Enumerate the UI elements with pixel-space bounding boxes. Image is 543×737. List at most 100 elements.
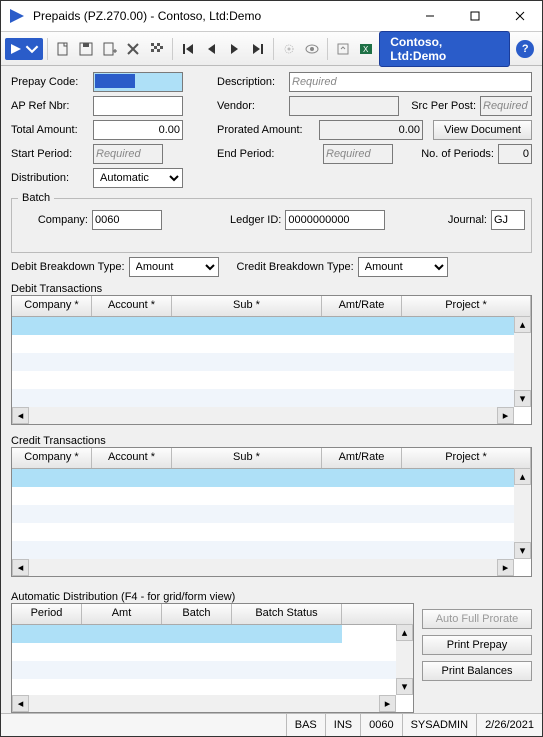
close-button[interactable] [497, 2, 542, 31]
col-header[interactable]: Amt [82, 604, 162, 624]
col-header[interactable]: Batch Status [232, 604, 342, 624]
credit-breakdown-select[interactable]: Amount [358, 257, 448, 277]
delete-button[interactable] [123, 38, 145, 60]
col-header[interactable]: Amt/Rate [322, 448, 402, 468]
distribution-select[interactable]: Automatic [93, 168, 183, 188]
v-scrollbar[interactable]: ▴▾ [514, 316, 531, 407]
toolbar: X Contoso, Ltd:Demo ? [1, 32, 542, 66]
status-date: 2/26/2021 [476, 714, 542, 736]
chevron-down-icon [25, 42, 39, 56]
journal-input[interactable] [491, 210, 525, 230]
view-button[interactable] [302, 38, 324, 60]
debit-grid[interactable]: Company * Account * Sub * Amt/Rate Proje… [11, 295, 532, 425]
target-icon [281, 41, 297, 57]
col-header[interactable]: Sub * [172, 296, 322, 316]
end-period-label: End Period: [217, 148, 285, 160]
batch-company-input[interactable] [92, 210, 162, 230]
col-header[interactable]: Batch [162, 604, 232, 624]
export-icon [335, 41, 351, 57]
print-balances-button[interactable]: Print Balances [422, 661, 532, 681]
app-menu-button[interactable] [5, 38, 43, 60]
distribution-label: Distribution: [11, 172, 89, 184]
last-icon [250, 41, 266, 57]
total-amount-input[interactable] [93, 120, 183, 140]
credit-grid-title: Credit Transactions [11, 435, 532, 447]
debit-breakdown-select[interactable]: Amount [129, 257, 219, 277]
titlebar: Prepaids (PZ.270.00) - Contoso, Ltd:Demo [1, 1, 542, 32]
export-button[interactable] [332, 38, 354, 60]
start-period-label: Start Period: [11, 148, 89, 160]
credit-grid[interactable]: Company * Account * Sub * Amt/Rate Proje… [11, 447, 532, 577]
v-scrollbar[interactable]: ▴▾ [514, 468, 531, 559]
save-template-icon [102, 41, 118, 57]
col-header[interactable]: Project * [402, 296, 531, 316]
h-scrollbar[interactable]: ◂▸ [12, 559, 514, 576]
delete-icon [125, 41, 141, 57]
src-per-post-label: Src Per Post: [411, 100, 476, 112]
new-button[interactable] [52, 38, 74, 60]
help-button[interactable]: ? [516, 40, 534, 58]
table-row[interactable] [12, 625, 342, 643]
target-button[interactable] [278, 38, 300, 60]
print-prepay-button[interactable]: Print Prepay [422, 635, 532, 655]
h-scrollbar[interactable]: ◂▸ [12, 695, 396, 712]
first-record-button[interactable] [177, 38, 199, 60]
table-row[interactable] [12, 371, 531, 389]
prepay-code-label: Prepay Code: [11, 76, 89, 88]
auto-dist-grid[interactable]: Period Amt Batch Batch Status ▴▾ ◂▸ [11, 603, 414, 713]
col-header[interactable]: Company * [12, 296, 92, 316]
last-record-button[interactable] [247, 38, 269, 60]
excel-icon: X [358, 41, 374, 57]
ap-ref-nbr-input[interactable] [93, 96, 183, 116]
col-header[interactable]: Sub * [172, 448, 322, 468]
excel-button[interactable]: X [356, 38, 378, 60]
ledger-id-input[interactable] [285, 210, 385, 230]
table-row[interactable] [12, 523, 531, 541]
save-button[interactable] [76, 38, 98, 60]
table-row[interactable] [12, 541, 531, 559]
table-row[interactable] [12, 353, 531, 371]
v-scrollbar[interactable]: ▴▾ [396, 624, 413, 695]
col-header[interactable]: Account * [92, 296, 172, 316]
table-row[interactable] [12, 643, 413, 661]
save-template-button[interactable] [99, 38, 121, 60]
status-user: SYSADMIN [402, 714, 476, 736]
company-badge[interactable]: Contoso, Ltd:Demo [379, 31, 510, 67]
vendor-label: Vendor: [217, 100, 285, 112]
col-header[interactable]: Period [12, 604, 82, 624]
debit-grid-title: Debit Transactions [11, 283, 532, 295]
ap-ref-nbr-label: AP Ref Nbr: [11, 100, 89, 112]
table-row[interactable] [12, 661, 413, 679]
statusbar: BAS INS 0060 SYSADMIN 2/26/2021 [1, 713, 542, 736]
prev-record-button[interactable] [200, 38, 222, 60]
batch-legend: Batch [18, 192, 54, 204]
prorated-amount-label: Prorated Amount: [217, 124, 315, 136]
table-row[interactable] [12, 389, 531, 407]
next-record-button[interactable] [224, 38, 246, 60]
col-header[interactable]: Project * [402, 448, 531, 468]
minimize-button[interactable] [407, 2, 452, 31]
table-row[interactable] [12, 335, 531, 353]
table-row[interactable] [12, 505, 531, 523]
table-row[interactable] [12, 469, 531, 487]
total-amount-label: Total Amount: [11, 124, 89, 136]
table-row[interactable] [12, 487, 531, 505]
first-icon [180, 41, 196, 57]
view-document-button[interactable]: View Document [433, 120, 532, 140]
description-input[interactable] [289, 72, 532, 92]
finish-button[interactable] [146, 38, 168, 60]
auto-full-prorate-button: Auto Full Prorate [422, 609, 532, 629]
status-mode1: BAS [286, 714, 325, 736]
status-company: 0060 [360, 714, 401, 736]
col-header[interactable]: Company * [12, 448, 92, 468]
h-scrollbar[interactable]: ◂▸ [12, 407, 514, 424]
vendor-input [289, 96, 399, 116]
maximize-button[interactable] [452, 2, 497, 31]
window-title: Prepaids (PZ.270.00) - Contoso, Ltd:Demo [33, 9, 407, 23]
col-header[interactable]: Account * [92, 448, 172, 468]
start-period-input [93, 144, 163, 164]
table-row[interactable] [12, 317, 531, 335]
debit-breakdown-label: Debit Breakdown Type: [11, 261, 125, 273]
col-header[interactable]: Amt/Rate [322, 296, 402, 316]
description-label: Description: [217, 76, 285, 88]
